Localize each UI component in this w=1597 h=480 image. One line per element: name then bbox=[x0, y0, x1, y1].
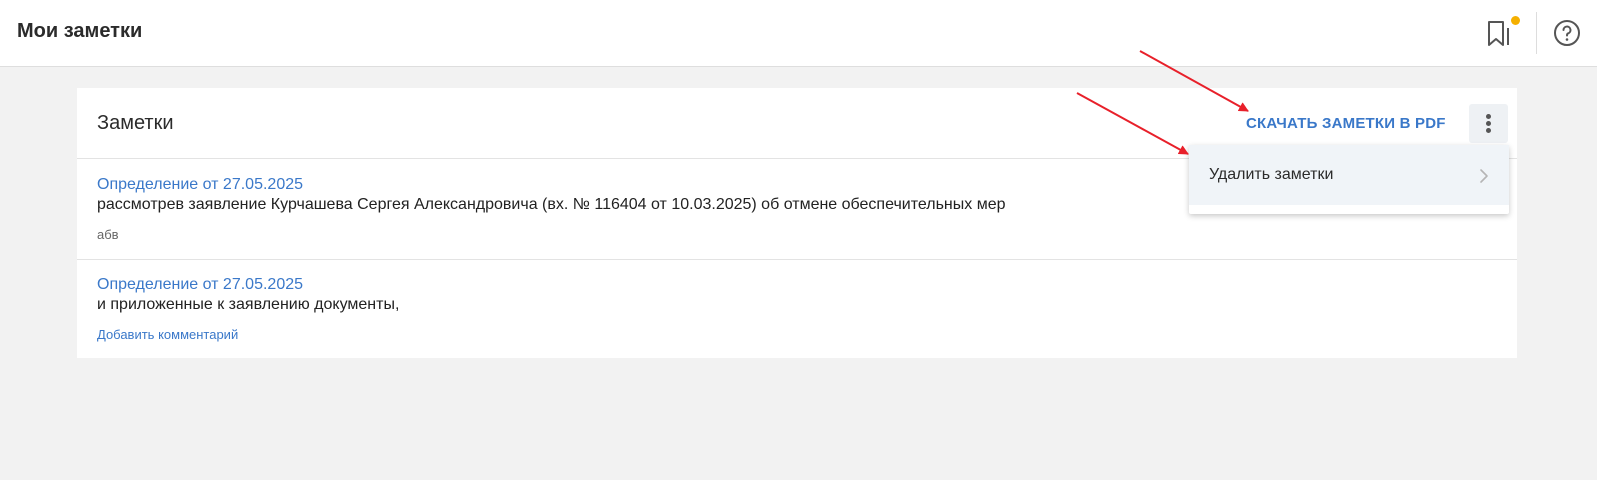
card-title: Заметки bbox=[97, 112, 174, 134]
note-text: и приложенные к заявлению документы, bbox=[97, 296, 400, 313]
list-item: Определение от 27.05.2025 и приложенные … bbox=[77, 260, 1517, 358]
note-text: рассмотрев заявление Курчашева Сергея Ал… bbox=[97, 196, 1006, 213]
more-vertical-icon bbox=[1486, 128, 1491, 133]
notification-dot bbox=[1511, 16, 1520, 25]
note-document-link[interactable]: Определение от 27.05.2025 bbox=[97, 276, 303, 294]
page-title: Мои заметки bbox=[17, 20, 143, 42]
chevron-right-icon bbox=[1480, 169, 1488, 183]
download-pdf-button[interactable]: СКАЧАТЬ ЗАМЕТКИ В PDF bbox=[1246, 115, 1446, 132]
more-vertical-icon bbox=[1486, 114, 1491, 119]
add-comment-link[interactable]: Добавить комментарий bbox=[97, 327, 238, 342]
divider bbox=[1536, 12, 1537, 54]
note-document-link[interactable]: Определение от 27.05.2025 bbox=[97, 176, 303, 194]
delete-notes-menu-item[interactable]: Удалить заметки bbox=[1189, 145, 1509, 205]
menu-item-label: Удалить заметки bbox=[1209, 166, 1334, 183]
top-bar: Мои заметки bbox=[0, 0, 1597, 67]
options-dropdown: Удалить заметки bbox=[1189, 145, 1509, 214]
more-vertical-icon bbox=[1486, 121, 1491, 126]
bookmarks-button[interactable] bbox=[1484, 17, 1514, 49]
help-circle-icon bbox=[1554, 20, 1580, 46]
bookmark-icon bbox=[1488, 21, 1509, 46]
help-button[interactable] bbox=[1553, 19, 1581, 47]
notes-card: Заметки СКАЧАТЬ ЗАМЕТКИ В PDF Определени… bbox=[77, 88, 1517, 358]
note-comment: абв bbox=[97, 227, 119, 242]
more-options-button[interactable] bbox=[1469, 104, 1508, 143]
